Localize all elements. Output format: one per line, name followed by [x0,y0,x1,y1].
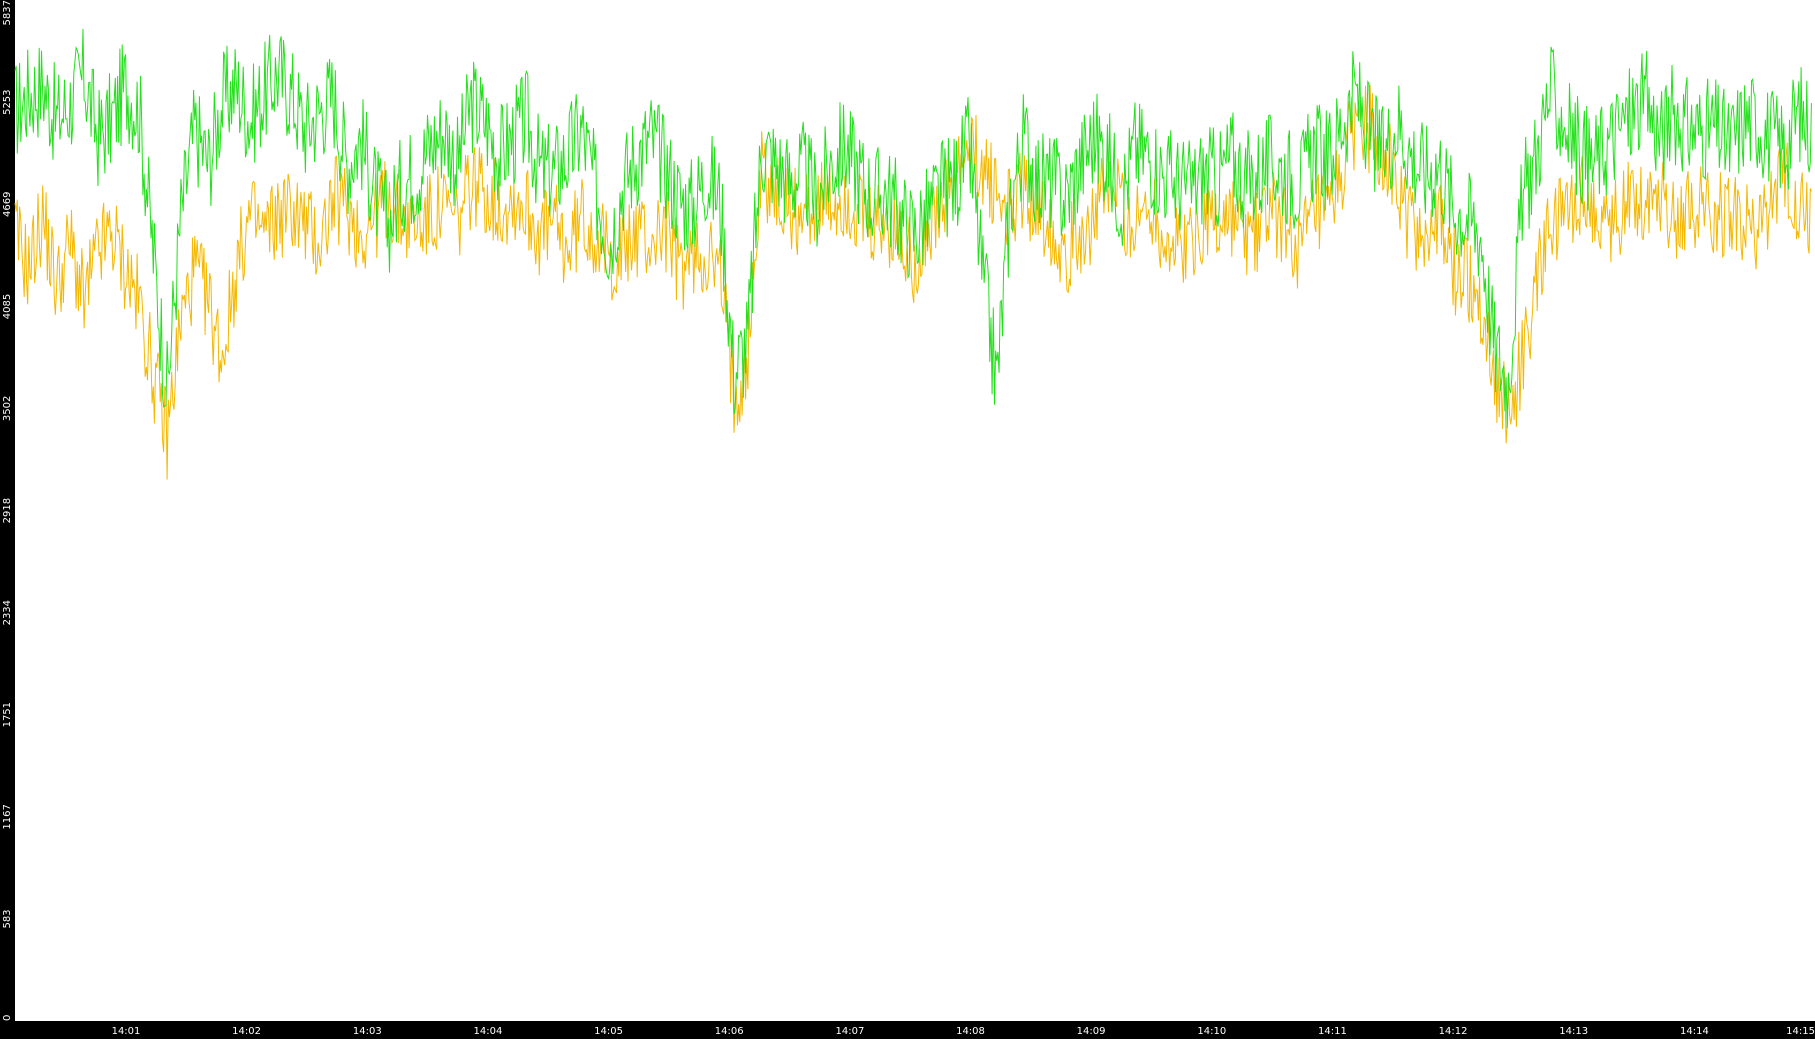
y-tick-label: 0 [2,1015,13,1021]
line-chart: 0 583 1167 1751 2334 2918 3502 4085 4669 5253 5837… [0,0,1815,1039]
y-tick-label: 5253 [2,89,13,114]
x-axis: 14:01 14:02 14:03 14:04 14:05 14:06 14:07 14:08… [112,1026,1815,1037]
y-tick-label: 4669 [2,192,13,217]
x-tick-label: 14:10 [1197,1026,1226,1037]
x-tick-label: 14:12 [1439,1026,1468,1037]
x-tick-label: 14:06 [715,1026,744,1037]
y-tick-label: 1751 [2,702,13,727]
y-tick-label: 5837 [2,0,13,25]
y-tick-label: 4085 [2,294,13,319]
x-tick-label: 14:07 [835,1026,864,1037]
x-tick-label: 14:05 [594,1026,623,1037]
y-tick-label: 2918 [2,498,13,523]
plot-area [15,0,1815,1021]
y-tick-label: 2334 [2,600,13,625]
y-tick-label: 1167 [2,804,13,829]
x-tick-label: 14:15 [1786,1026,1815,1037]
x-tick-label: 14:04 [473,1026,502,1037]
x-tick-label: 14:13 [1559,1026,1588,1037]
x-tick-label: 14:03 [353,1026,382,1037]
x-tick-label: 14:14 [1680,1026,1709,1037]
x-tick-label: 14:09 [1077,1026,1106,1037]
x-tick-label: 14:01 [112,1026,141,1037]
x-tick-label: 14:02 [232,1026,261,1037]
y-tick-label: 583 [2,909,13,928]
x-tick-label: 14:11 [1318,1026,1347,1037]
x-tick-label: 14:08 [956,1026,985,1037]
y-tick-label: 3502 [2,396,13,421]
